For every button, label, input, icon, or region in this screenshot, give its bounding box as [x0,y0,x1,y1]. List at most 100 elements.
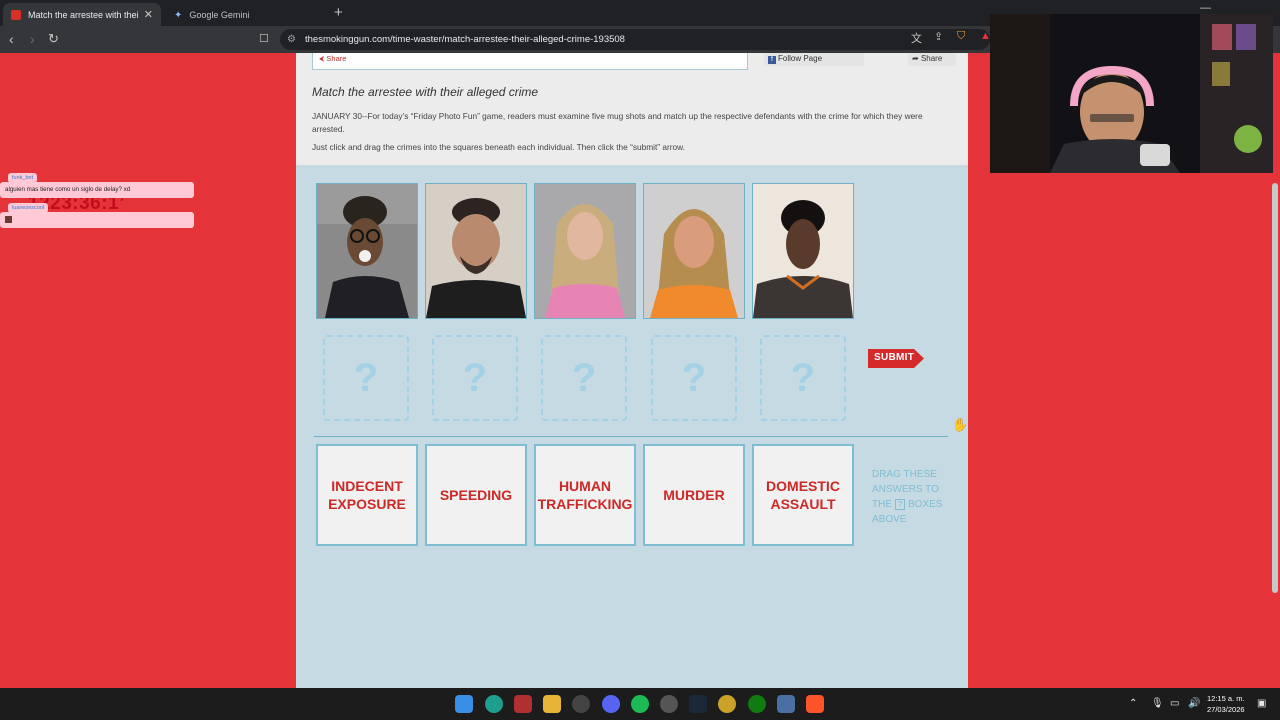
site-info-icon[interactable]: ⚙ [287,29,296,50]
bookmark-icon[interactable]: ☐ [259,30,269,48]
article-column: ⮜ Share f Follow Page ➦ Share Match the a… [296,53,968,688]
new-tab-icon[interactable]: + [334,4,343,21]
share-label: Share [326,54,347,63]
windows-taskbar: ⌃ 🎙 ▭ 🔊 12:15 a. m. 27/03/2026 ▣ [0,688,1280,720]
forward-icon[interactable]: › [30,30,35,48]
submit-label: SUBMIT [874,352,915,363]
submit-button[interactable]: SUBMIT [868,347,924,370]
brave-shield-icon[interactable]: ⛉ [957,30,965,43]
clock-date: 27/03/2026 [1207,705,1245,714]
obs-icon[interactable] [572,695,590,713]
follow-page-button[interactable]: f Follow Page [764,53,864,66]
emote-icon [5,215,12,223]
drop-zone-5[interactable]: ? [760,335,846,421]
chat-message-text: alguien mas tiene como un siglo de delay… [5,186,131,193]
drop-question-mark: ? [681,355,707,400]
drop-zone-1[interactable]: ? [323,335,409,421]
share-box: ⮜ Share [312,53,748,70]
drop-question-mark: ? [353,355,379,400]
answer-label: HUMAN TRAFFICKING [537,478,633,512]
webcam-overlay [990,14,1273,173]
answer-card-human-trafficking[interactable]: HUMAN TRAFFICKING [534,444,636,546]
answer-card-domestic-assault[interactable]: DOMESTIC ASSAULT [752,444,854,546]
mugshot-photo [426,184,526,318]
chat-message: alguien mas tiene como un siglo de delay… [0,182,194,198]
mugshot-photo [317,184,417,318]
spotify-icon[interactable] [631,695,649,713]
instr-box-icon: ? [894,499,906,510]
chat-username-text: funk_bot [12,175,34,181]
edge-icon[interactable] [485,695,503,713]
app-icon[interactable] [660,695,678,713]
section-divider [314,436,948,437]
app-icon[interactable] [777,695,795,713]
answer-label: MURDER [663,487,725,503]
share-link[interactable]: ⮜ Share [319,54,346,64]
drag-instructions: DRAG THESE ANSWERS TO THE ? BOXES ABOVE [872,467,952,527]
article-instructions: Just click and drag the crimes into the … [312,142,685,152]
address-bar[interactable]: ⚙ thesmokinggun.com/time-waster/match-ar… [280,29,990,50]
url-text: thesmokinggun.com/time-waster/match-arre… [305,34,625,45]
facebook-icon: f [768,56,776,64]
chat-message [0,212,194,228]
back-icon[interactable]: ‹ [9,30,14,48]
drop-question-mark: ? [571,355,597,400]
hand-cursor-icon: ✋ [952,417,969,432]
mugshot-photo [535,184,635,318]
translate-icon[interactable]: 文 [911,30,922,46]
mugshot-1 [316,183,418,319]
follow-label: Follow Page [778,54,823,63]
app-icon[interactable] [514,695,532,713]
webcam-feed [990,14,1273,173]
mugshot-5 [752,183,854,319]
start-menu-icon[interactable] [455,695,473,713]
article-header: ⮜ Share f Follow Page ➦ Share Match the a… [296,53,968,165]
article-title: Match the arrestee with their alleged cr… [312,85,539,99]
mugshot-photo [753,184,853,318]
microphone-icon[interactable]: 🎙 [1151,698,1164,709]
mugshot-4 [643,183,745,319]
close-tab-icon[interactable]: ✕ [144,8,153,21]
answer-card-murder[interactable]: MURDER [643,444,745,546]
drop-zone-2[interactable]: ? [432,335,518,421]
notification-icon[interactable]: ▣ [1257,698,1266,709]
drop-zone-3[interactable]: ? [541,335,627,421]
taskbar-clock[interactable]: 12:15 a. m. 27/03/2026 [1207,693,1245,715]
brave-icon[interactable] [806,695,824,713]
chat-username-text: luanezescool [12,205,45,211]
mugshot-photo [644,184,744,318]
answer-label: INDECENT EXPOSURE [328,478,406,512]
app-icon[interactable] [718,695,736,713]
minimize-icon[interactable]: — [1200,2,1211,14]
drop-question-mark: ? [790,355,816,400]
xbox-icon[interactable] [748,695,766,713]
answer-label: SPEEDING [439,487,513,503]
clock-time: 12:15 a. m. [1207,694,1245,703]
file-explorer-icon[interactable] [543,695,561,713]
reload-icon[interactable]: ↻ [48,30,59,48]
tab-gemini[interactable]: ✦ Google Gemini [166,3,326,26]
tray-chevron-icon[interactable]: ⌃ [1129,698,1137,709]
tab-title: Google Gemini [189,9,250,20]
share2-label: Share [920,54,943,63]
share-arrow-icon: ➦ [912,54,921,63]
drop-zone-4[interactable]: ? [651,335,737,421]
network-icon[interactable]: ▭ [1170,698,1179,709]
mugshot-2 [425,183,527,319]
discord-icon[interactable] [602,695,620,713]
answer-card-indecent-exposure[interactable]: INDECENT EXPOSURE [316,444,418,546]
mugshot-3 [534,183,636,319]
gemini-icon: ✦ [174,9,183,21]
share-button[interactable]: ➦ Share [908,53,956,66]
site-favicon-icon [11,9,21,20]
tab-smokinggun[interactable]: Match the arrestee with their alleged cr… [3,3,161,26]
drop-question-mark: ? [462,355,488,400]
article-intro: JANUARY 30--For today’s “Friday Photo Fu… [312,111,923,134]
share-icon[interactable]: ⇪ [934,30,943,43]
steam-icon[interactable] [689,695,707,713]
tab-title: Match the arrestee with their alleged cr… [28,9,138,20]
answer-label: DOMESTIC ASSAULT [766,478,840,512]
answer-card-speeding[interactable]: SPEEDING [425,444,527,546]
scrollbar-thumb[interactable] [1272,183,1278,593]
volume-icon[interactable]: 🔊 [1188,698,1200,709]
